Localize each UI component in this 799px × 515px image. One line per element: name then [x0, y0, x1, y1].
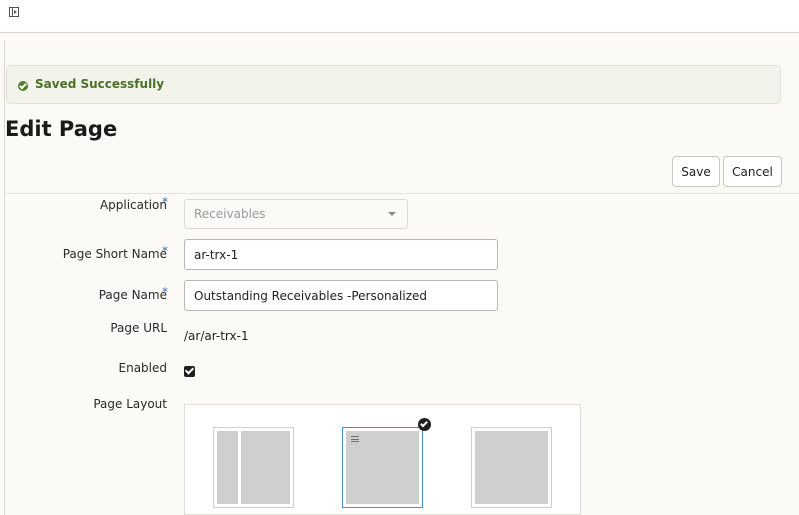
- column-divider: [238, 431, 241, 504]
- page-layout-picker: [184, 404, 581, 515]
- required-indicator: *: [162, 285, 168, 299]
- two-column-layout-option[interactable]: [213, 427, 294, 508]
- page-layout-label: Page Layout: [93, 397, 167, 411]
- single-region-layout-option[interactable]: [342, 427, 423, 508]
- page-url-value: /ar/ar-trx-1: [184, 329, 249, 343]
- page-title: Edit Page: [5, 117, 118, 141]
- required-indicator: *: [162, 244, 168, 258]
- success-message: Saved Successfully: [6, 65, 781, 104]
- layout-preview: [346, 431, 419, 504]
- enabled-checkbox[interactable]: [184, 366, 195, 377]
- check-circle-icon: [18, 81, 28, 91]
- save-button[interactable]: Save: [672, 156, 720, 187]
- top-toolbar: [0, 0, 799, 33]
- success-text: Saved Successfully: [35, 77, 165, 91]
- short-name-input[interactable]: [184, 239, 498, 270]
- page-name-input[interactable]: [184, 280, 498, 311]
- layout-preview: [475, 431, 548, 504]
- enabled-label: Enabled: [118, 361, 168, 375]
- required-indicator: *: [162, 195, 168, 209]
- cancel-button[interactable]: Cancel: [723, 156, 782, 187]
- selected-check-icon: [418, 418, 431, 431]
- application-select[interactable]: Receivables: [184, 199, 408, 229]
- page-name-label: Page Name: [98, 288, 167, 302]
- short-name-label: Page Short Name: [62, 247, 167, 261]
- menu-icon: [351, 436, 359, 442]
- page-url-label: Page URL: [110, 321, 167, 335]
- chevron-down-icon: [388, 212, 396, 216]
- application-label: Application: [99, 198, 167, 212]
- application-value: Receivables: [194, 207, 266, 221]
- side-border: [4, 40, 5, 515]
- divider: [6, 193, 799, 194]
- layout-preview: [217, 431, 290, 504]
- full-layout-option[interactable]: [471, 427, 552, 508]
- panel-toggle-icon[interactable]: [9, 7, 19, 17]
